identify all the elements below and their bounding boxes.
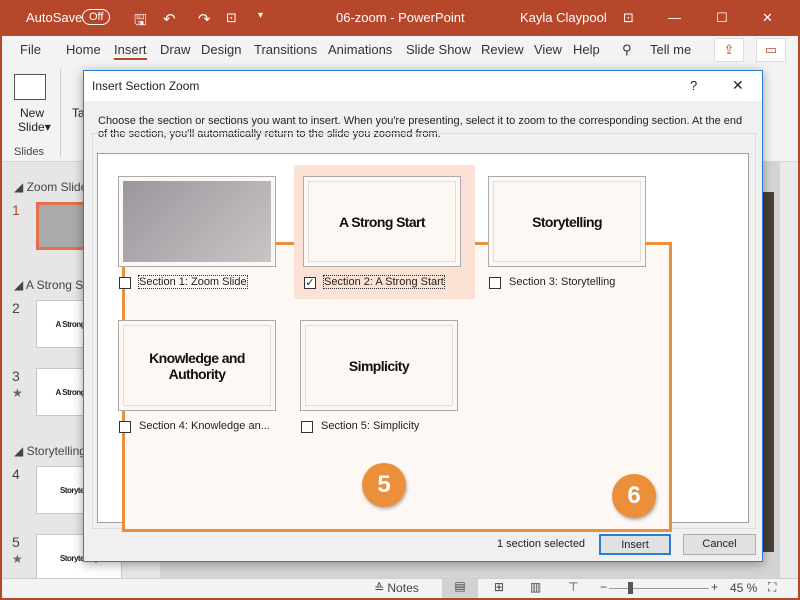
callout-step-6: 6 [612,474,656,518]
tab-design[interactable]: Design [201,42,241,57]
ribbon-tabs: File Home Insert Draw Design Transitions Anima… [2,36,798,64]
share-icon[interactable]: ⇪ [714,38,744,62]
section-checkbox[interactable] [489,277,501,289]
tab-help[interactable]: Help [573,42,600,57]
notes-label: Notes [387,581,419,595]
search-icon[interactable]: ⚲ [622,42,632,58]
slide-number: 4 [12,466,20,482]
undo-icon[interactable]: ↶ [163,10,176,28]
dialog-close-button[interactable]: ✕ [732,77,744,94]
section-label[interactable]: Section 2: A Strong Start [323,275,445,289]
tab-transitions[interactable]: Transitions [254,42,317,57]
section-thumbnail[interactable]: Storytelling [488,176,646,267]
thumbnail-title: Simplicity [305,325,453,406]
thumbnail-title: A Strong Start [308,181,456,262]
slide-number: 1 [12,202,20,218]
autosave-toggle[interactable]: Off [82,9,111,25]
zoom-in-icon[interactable]: + [711,580,718,594]
document-title: 06-zoom - PowerPoint [336,10,465,25]
help-button[interactable]: ? [690,78,697,93]
section-checkbox[interactable] [119,421,131,433]
slide-sorter-icon[interactable]: ⊞ [494,580,504,594]
reading-view-icon[interactable]: ▥ [530,580,541,594]
section-thumbnail[interactable]: Simplicity [300,320,458,411]
new-slide-label: New [19,106,44,120]
slideshow-icon[interactable]: ⊤ [568,580,578,594]
ribbon-display-icon[interactable]: ⊡ [623,10,634,26]
tab-slide-show[interactable]: Slide Show [406,42,471,57]
group-slides-label: Slides [14,146,44,158]
section-list[interactable]: Section 1: Zoom Slide A Strong Start ✓ Sect… [97,153,749,532]
close-icon[interactable]: ✕ [762,10,773,26]
section-label[interactable]: Section 4: Knowledge an... [139,420,270,432]
notes-button[interactable]: ≙ Notes [374,581,419,595]
autosave-label: AutoSave [26,10,83,25]
slide-number: 2 [12,300,20,316]
section-checkbox[interactable] [301,421,313,433]
section-thumbnail[interactable]: A Strong Start [303,176,461,267]
tab-insert[interactable]: Insert [114,42,147,60]
maximize-icon[interactable]: ☐ [716,10,728,26]
dialog-title-bar: Insert Section Zoom ? ✕ [84,71,762,101]
insert-button[interactable]: Insert [599,534,671,555]
animation-star-icon: ★ [12,552,23,566]
section-label[interactable]: Section 1: Zoom Slide [138,275,248,289]
thumbnail-title: Knowledge and Authority [123,325,271,406]
customize-toolbar-icon[interactable]: ▾ [258,10,263,21]
tab-file[interactable]: File [20,42,41,57]
animation-star-icon: ★ [12,386,23,400]
tab-home[interactable]: Home [66,42,101,57]
slide-number: 5 [12,534,20,550]
selection-status: 1 section selected [497,538,586,550]
zoom-slide-photo [123,181,271,262]
dialog-title: Insert Section Zoom [92,79,200,93]
section-thumbnail[interactable] [118,176,276,267]
callout-step-5: 5 [362,463,406,507]
redo-icon[interactable]: ↷ [198,10,211,28]
new-slide-icon[interactable] [14,74,46,100]
new-slide-label2: Slide [18,120,45,134]
zoom-level[interactable]: 45 % [730,581,757,595]
cancel-button[interactable]: Cancel [683,534,756,555]
title-bar: AutoSave Off 🖫 ↶ ↷ ⊡ ▾ 06-zoom - PowerPo… [0,0,800,36]
thumbnail-title: Storytelling [493,181,641,262]
slide-number: 3 [12,368,20,384]
normal-view-icon[interactable]: ▤ [442,579,478,598]
tab-draw[interactable]: Draw [160,42,190,57]
present-icon[interactable]: ⊡ [226,10,237,26]
section-label[interactable]: Section 5: Simplicity [321,420,419,432]
user-name[interactable]: Kayla Claypool [520,10,607,25]
section-header[interactable]: ◢ Storytelling [14,444,86,458]
tab-review[interactable]: Review [481,42,524,57]
comments-icon[interactable]: ▭ [756,38,786,62]
section-checkbox[interactable] [119,277,131,289]
insert-section-zoom-dialog: Insert Section Zoom ? ✕ Choose the secti… [83,70,763,562]
status-bar: ≙ Notes ▤ ⊞ ▥ ⊤ − + 45 % ⛶ [2,578,798,598]
section-label[interactable]: Section 3: Storytelling [509,276,615,288]
save-icon[interactable]: 🖫 [134,10,147,35]
section-header[interactable]: ◢ Zoom Slide [14,180,87,194]
tell-me-search[interactable]: Tell me [650,42,691,57]
tab-animations[interactable]: Animations [328,42,392,57]
zoom-out-icon[interactable]: − [600,580,607,594]
zoom-slider-thumb[interactable] [628,582,633,594]
fit-to-window-icon[interactable]: ⛶ [768,580,776,595]
minimize-icon[interactable]: — [668,10,681,25]
divider [60,69,61,157]
vertical-scrollbar[interactable] [780,162,798,578]
section-checkbox[interactable]: ✓ [304,277,316,289]
section-name: Storytelling [26,444,86,458]
new-slide-button[interactable]: New Slide▾ [18,106,51,134]
section-thumbnail[interactable]: Knowledge and Authority [118,320,276,411]
zoom-slider[interactable] [609,588,709,589]
tab-view[interactable]: View [534,42,562,57]
section-name: Zoom Slide [26,180,88,194]
